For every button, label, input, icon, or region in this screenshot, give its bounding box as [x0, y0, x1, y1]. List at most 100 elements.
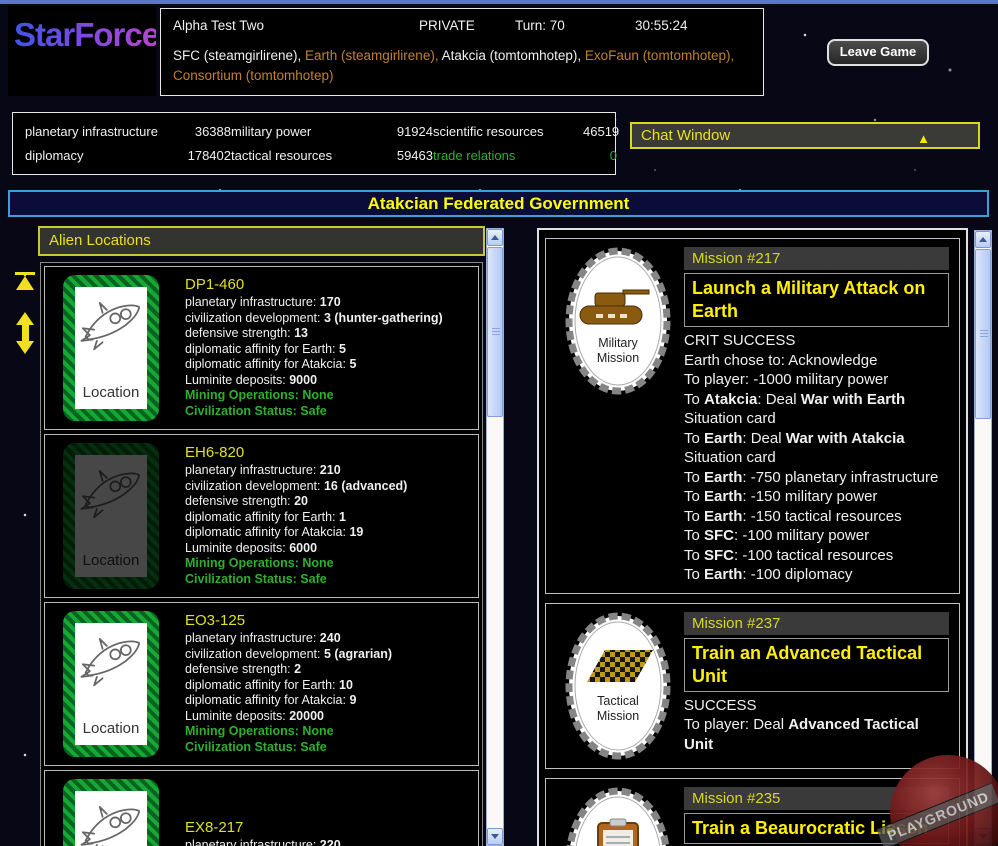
player-entry: Earth (steamgirlirene),	[305, 48, 442, 63]
chat-window-bar[interactable]: Chat Window ▲	[630, 122, 980, 149]
mission-result-line: To player: Deal Advanced Tactical Unit	[684, 715, 949, 754]
stat-value: 46519	[583, 124, 617, 139]
mission-result-line: CRIT SUCCESS	[684, 331, 949, 351]
thumb-grip-icon	[980, 330, 988, 338]
alien-locations-header: Alien Locations	[38, 226, 485, 256]
stat-value: 0	[583, 148, 617, 163]
mission-id: Mission #237	[684, 612, 949, 635]
location-card-info: DP1-460planetary infrastructure: 170civi…	[159, 277, 443, 420]
location-name: EH6-820	[185, 445, 407, 461]
location-card: LocationEX8-217planetary infrastructure:…	[44, 770, 479, 846]
scrollbar-thumb[interactable]	[487, 247, 503, 417]
location-stat: Luminite deposits: 9000	[185, 373, 443, 389]
mission-result-line: SUCCESS	[684, 696, 949, 716]
location-name: EX8-217	[185, 820, 399, 836]
location-stat: diplomatic affinity for Earth: 10	[185, 678, 392, 694]
location-stat: defensive strength: 13	[185, 326, 443, 342]
location-status: Mining Operations: None	[185, 388, 443, 404]
location-card-inner: Location	[75, 623, 147, 745]
mission-row: MilitaryMission Mission #217 Launch a Mili…	[545, 238, 960, 594]
stat-value: 91924	[373, 124, 433, 139]
scroll-down-button[interactable]	[487, 828, 503, 845]
mission-result-line: To Earth: -150 tactical resources	[684, 507, 949, 527]
chevron-up-icon	[491, 235, 499, 240]
svg-text:Mission: Mission	[597, 709, 639, 723]
location-stat: diplomatic affinity for Atakcia: 5	[185, 357, 443, 373]
stat-label: tactical resources	[231, 148, 373, 163]
mission-result-line: To Atakcia: Deal War with Earth Situatio…	[684, 390, 949, 429]
arrow-up-triangle	[16, 312, 34, 325]
mission-result-line: To player: -1000 military power	[684, 370, 949, 390]
mission-list: MilitaryMission Mission #217 Launch a Mili…	[537, 228, 968, 846]
scroll-up-button[interactable]	[487, 229, 503, 246]
players-list: SFC (steamgirlirene), Earth (steamgirlir…	[173, 46, 751, 86]
mission-icon: MilitaryMission	[552, 247, 684, 585]
player-entry: Atakcia (tomtomhotep),	[442, 48, 585, 63]
scroll-to-top-icon[interactable]	[14, 272, 36, 290]
location-card: LocationEO3-125planetary infrastructure:…	[44, 602, 479, 766]
location-name: EO3-125	[185, 613, 392, 629]
location-stat: diplomatic affinity for Atakcia: 19	[185, 525, 407, 541]
location-name: DP1-460	[185, 277, 443, 293]
rocket-icon	[75, 293, 147, 355]
rocket-icon	[75, 797, 147, 846]
stat-value: 178402	[175, 148, 231, 163]
mission-title: Launch a Military Attack on Earth	[684, 273, 949, 327]
stat-value: 36388	[175, 124, 231, 139]
mission-result-line: To SFC: -100 tactical resources	[684, 546, 949, 566]
scroll-top-bar	[15, 272, 35, 275]
location-card-label: Location	[83, 384, 140, 401]
mission-body: Mission #237 Train an Advanced Tactical U…	[684, 612, 953, 760]
chat-window-title: Chat Window	[641, 127, 730, 144]
location-stat: defensive strength: 20	[185, 494, 407, 510]
game-info-row: Alpha Test Two PRIVATE Turn: 70 30:55:24	[173, 18, 751, 33]
arrow-down-triangle	[16, 341, 34, 354]
scrollbar-thumb[interactable]	[975, 249, 991, 419]
location-card-info: EH6-820planetary infrastructure: 210civi…	[159, 445, 407, 588]
location-card: Location EH6-820planetary infrastructure:…	[44, 434, 479, 598]
page-title: Atakcian Federated Government	[8, 190, 989, 217]
beaurocratic-mission-icon: BeaurocraticMission	[565, 787, 671, 846]
missions-scrollbar[interactable]	[974, 230, 992, 846]
location-card-info: EX8-217planetary infrastructure: 220civi…	[159, 820, 399, 846]
location-card-inner: Location	[75, 287, 147, 409]
alien-locations-scrollbar[interactable]	[486, 228, 504, 846]
tactical-mission-icon: TacticalMission	[565, 612, 671, 760]
location-stat: Luminite deposits: 6000	[185, 541, 407, 557]
leave-game-button[interactable]: Leave Game	[827, 39, 929, 66]
location-status: Civilization Status: Safe	[185, 404, 443, 420]
scroll-up-button[interactable]	[975, 231, 991, 248]
mission-result-line: To Earth: -100 diplomacy	[684, 565, 949, 585]
location-stat: defensive strength: 2	[185, 662, 392, 678]
chevron-up-icon	[979, 237, 987, 242]
location-card-label: Location	[83, 720, 140, 737]
stat-label: trade relations	[433, 148, 583, 163]
stat-label: planetary infrastructure	[25, 124, 175, 139]
location-card: Location DP1-460 planetary infrastructure:…	[44, 266, 479, 430]
location-card-inner: Location	[75, 455, 147, 577]
mission-id: Mission #217	[684, 247, 949, 270]
mission-result-line: To Earth: -150 military power	[684, 487, 949, 507]
military-mission-icon: MilitaryMission	[565, 247, 671, 395]
location-stat: diplomatic affinity for Atakcia: 9	[185, 693, 392, 709]
scroll-top-triangle	[16, 276, 34, 290]
scroll-up-down-icon[interactable]	[14, 312, 36, 354]
location-card-label: Location	[83, 552, 140, 569]
top-border-line	[0, 0, 998, 4]
chat-collapse-icon[interactable]: ▲	[917, 127, 930, 150]
starforce-page: StarForce Alpha Test Two PRIVATE Turn: 7…	[0, 0, 998, 846]
location-status: Mining Operations: None	[185, 556, 407, 572]
mission-icon: TacticalMission	[552, 612, 684, 760]
location-card-image[interactable]: Location	[63, 779, 159, 846]
location-stat: planetary infrastructure: 170	[185, 295, 443, 311]
arrow-stem	[22, 325, 29, 341]
location-card-image[interactable]: Location	[63, 443, 159, 589]
location-card-image[interactable]: Location	[63, 611, 159, 757]
game-name: Alpha Test Two	[173, 18, 419, 33]
location-card-image[interactable]: Location	[63, 275, 159, 421]
mission-title: Train an Advanced Tactical Unit	[684, 638, 949, 692]
mission-icon: BeaurocraticMission	[552, 787, 684, 846]
game-info-box: Alpha Test Two PRIVATE Turn: 70 30:55:24…	[160, 8, 764, 96]
logo-box: StarForce	[8, 6, 156, 96]
mission-row: TacticalMission Mission #237 Train an Adva…	[545, 603, 960, 769]
